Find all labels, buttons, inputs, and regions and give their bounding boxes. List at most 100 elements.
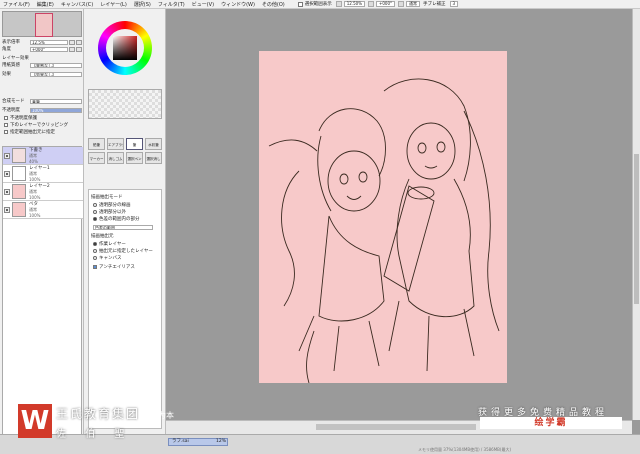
right-girl-hair-top	[383, 78, 471, 182]
swatch-palette[interactable]	[88, 89, 162, 119]
layer-item[interactable]: レイヤー1 通常 100%	[3, 165, 83, 183]
color-wheel[interactable]	[98, 21, 152, 75]
layer-opacity: 100%	[29, 195, 41, 200]
navigator-thumbnail[interactable]	[35, 13, 53, 37]
zoom-out-icon[interactable]	[335, 1, 342, 7]
right-girl-face	[406, 122, 456, 180]
vertical-scroll-thumb[interactable]	[634, 154, 639, 304]
left-girl-eye-right	[358, 171, 368, 183]
tool-pencil[interactable]: 鉛筆	[88, 138, 105, 150]
watermark-slogan: 人为本	[150, 411, 174, 420]
left-girl-body	[318, 215, 385, 322]
blend-label: 合成モード	[2, 99, 25, 104]
tool-watercolor[interactable]: 水彩筆	[145, 138, 162, 150]
preserve-opacity-box[interactable]	[4, 116, 8, 120]
zoom-select[interactable]: 12.50%	[343, 1, 366, 7]
eye-icon[interactable]	[4, 152, 10, 159]
layer-item[interactable]: レイヤー2 通常 100%	[3, 183, 83, 201]
tool-properties: 描画抽出モード 透明部分の線画 透明部分以外 色差の範囲内の部分 色差の範囲 描…	[88, 189, 162, 429]
menu-other[interactable]: その他(O)	[262, 1, 285, 8]
angle-row: 角度 +000°	[2, 46, 82, 52]
color-saturation-square[interactable]	[113, 36, 137, 60]
navigator[interactable]	[2, 11, 82, 37]
menu-filter[interactable]: フィルタ(T)	[158, 1, 185, 8]
threshold-select[interactable]: 色差の範囲	[93, 224, 153, 230]
angle-field[interactable]: +000°	[30, 46, 68, 52]
canvas-area[interactable]	[166, 9, 640, 434]
tool-eraser[interactable]: 消しゴム	[107, 152, 124, 164]
selection-source-label: 指定範囲抽出元に指定	[10, 130, 55, 135]
tool-airbrush[interactable]: エアブラシ	[107, 138, 124, 150]
left-girl-ribbon	[268, 139, 318, 152]
stabilizer-select[interactable]: 3	[449, 1, 459, 7]
selection-source-box[interactable]	[4, 130, 8, 134]
layer-item[interactable]: 下書き 通常 40%	[3, 147, 83, 165]
selection-source-checkbox[interactable]: 指定範囲抽出元に指定	[4, 129, 55, 135]
antialias-checkbox[interactable]: アンチエイリアス	[93, 264, 135, 270]
angle-plus-button[interactable]	[76, 46, 82, 52]
menu-select[interactable]: 選択(S)	[134, 1, 151, 8]
tool-select-pen[interactable]: 選択ペン	[126, 152, 143, 164]
canvas-paper[interactable]	[259, 51, 507, 383]
selection-display-label: 選択範囲表示	[304, 2, 332, 7]
effect-row: 効果 【効果なし】	[2, 71, 82, 77]
flip-icon[interactable]	[398, 1, 405, 7]
layer-opacity: 40%	[29, 159, 38, 164]
rotation-select[interactable]: +000°	[376, 1, 396, 7]
zoom-minus-button[interactable]	[69, 39, 75, 45]
opacity-slider[interactable]: 100%	[30, 107, 82, 113]
mode-select[interactable]: 通常	[406, 1, 421, 7]
tool-select-eraser[interactable]: 選択消し	[145, 152, 162, 164]
opacity-row: 不透明度 100%	[2, 107, 82, 113]
blend-select[interactable]: 乗算	[30, 98, 82, 104]
angle-minus-button[interactable]	[69, 46, 75, 52]
horizontal-scroll-thumb[interactable]	[316, 424, 476, 430]
angle-label: 角度	[2, 47, 11, 52]
extract-mode-option-3[interactable]: 色差の範囲内の部分	[93, 216, 140, 222]
extract-source-option-3[interactable]: キャンバス	[93, 255, 122, 261]
eye-icon[interactable]	[4, 188, 10, 195]
extract-source-option-1[interactable]: 作業レイヤー	[93, 241, 126, 247]
selection-display-checkbox[interactable]	[297, 1, 303, 7]
extract-mode-option-2[interactable]: 透明部分以外	[93, 209, 126, 215]
extract-source-option-2[interactable]: 抽出元に指定したレイヤー	[93, 248, 153, 254]
clipping-checkbox[interactable]: 下のレイヤーでクリッピング	[4, 122, 68, 128]
zoom-plus-button[interactable]	[76, 39, 82, 45]
clipping-box[interactable]	[4, 123, 8, 127]
layer-item[interactable]: ベタ 通常 100%	[3, 201, 83, 219]
layer-thumbnail	[12, 202, 26, 217]
stabilizer-label: 手ブレ補正	[423, 2, 446, 7]
left-girl-mouth	[346, 195, 362, 200]
effect-select[interactable]: 【効果なし】	[30, 71, 82, 77]
left-girl-face	[327, 150, 381, 212]
texture-select[interactable]: 【質感なし】	[30, 62, 82, 68]
tool-marker[interactable]: マーカー	[88, 152, 105, 164]
menu-layer[interactable]: レイヤー(L)	[100, 1, 127, 8]
menu-view[interactable]: ビュー(V)	[192, 1, 214, 8]
zoom-row: 表示倍率 12.5%	[2, 39, 82, 45]
texture-label: 用紙質感	[2, 63, 20, 68]
menu-file[interactable]: ファイル(F)	[3, 1, 30, 8]
vertical-scrollbar[interactable]	[632, 9, 640, 420]
right-girl-mouth	[424, 165, 438, 169]
preserve-opacity-checkbox[interactable]: 不透明度保護	[4, 115, 37, 121]
memory-usage: メモリ使用量 37%(1304MB使用) / 3586MB(最大)	[418, 447, 512, 452]
antialias-label: アンチエイリアス	[99, 265, 135, 270]
layer-effect-title: レイヤー効果	[2, 56, 29, 61]
rolled-scroll	[383, 185, 435, 292]
extract-mode-option-1[interactable]: 透明部分の線画	[93, 202, 131, 208]
effect-label: 効果	[2, 72, 11, 77]
watermark-brand: 王氏教育集团	[56, 407, 141, 421]
menu-window[interactable]: ウィンドウ(W)	[221, 1, 255, 8]
line-art-illustration	[268, 78, 500, 383]
tool-brush[interactable]: 筆	[126, 138, 143, 150]
menu-edit[interactable]: 編集(E)	[37, 1, 54, 8]
menu-canvas[interactable]: キャンバス(C)	[61, 1, 93, 8]
rotate-icon[interactable]	[368, 1, 375, 7]
blend-row: 合成モード 乗算	[2, 98, 82, 104]
preserve-opacity-label: 不透明度保護	[10, 116, 37, 121]
eye-icon[interactable]	[4, 206, 10, 213]
eye-icon[interactable]	[4, 170, 10, 177]
zoom-field[interactable]: 12.5%	[30, 39, 68, 45]
left-girl-hair-top	[318, 108, 386, 177]
